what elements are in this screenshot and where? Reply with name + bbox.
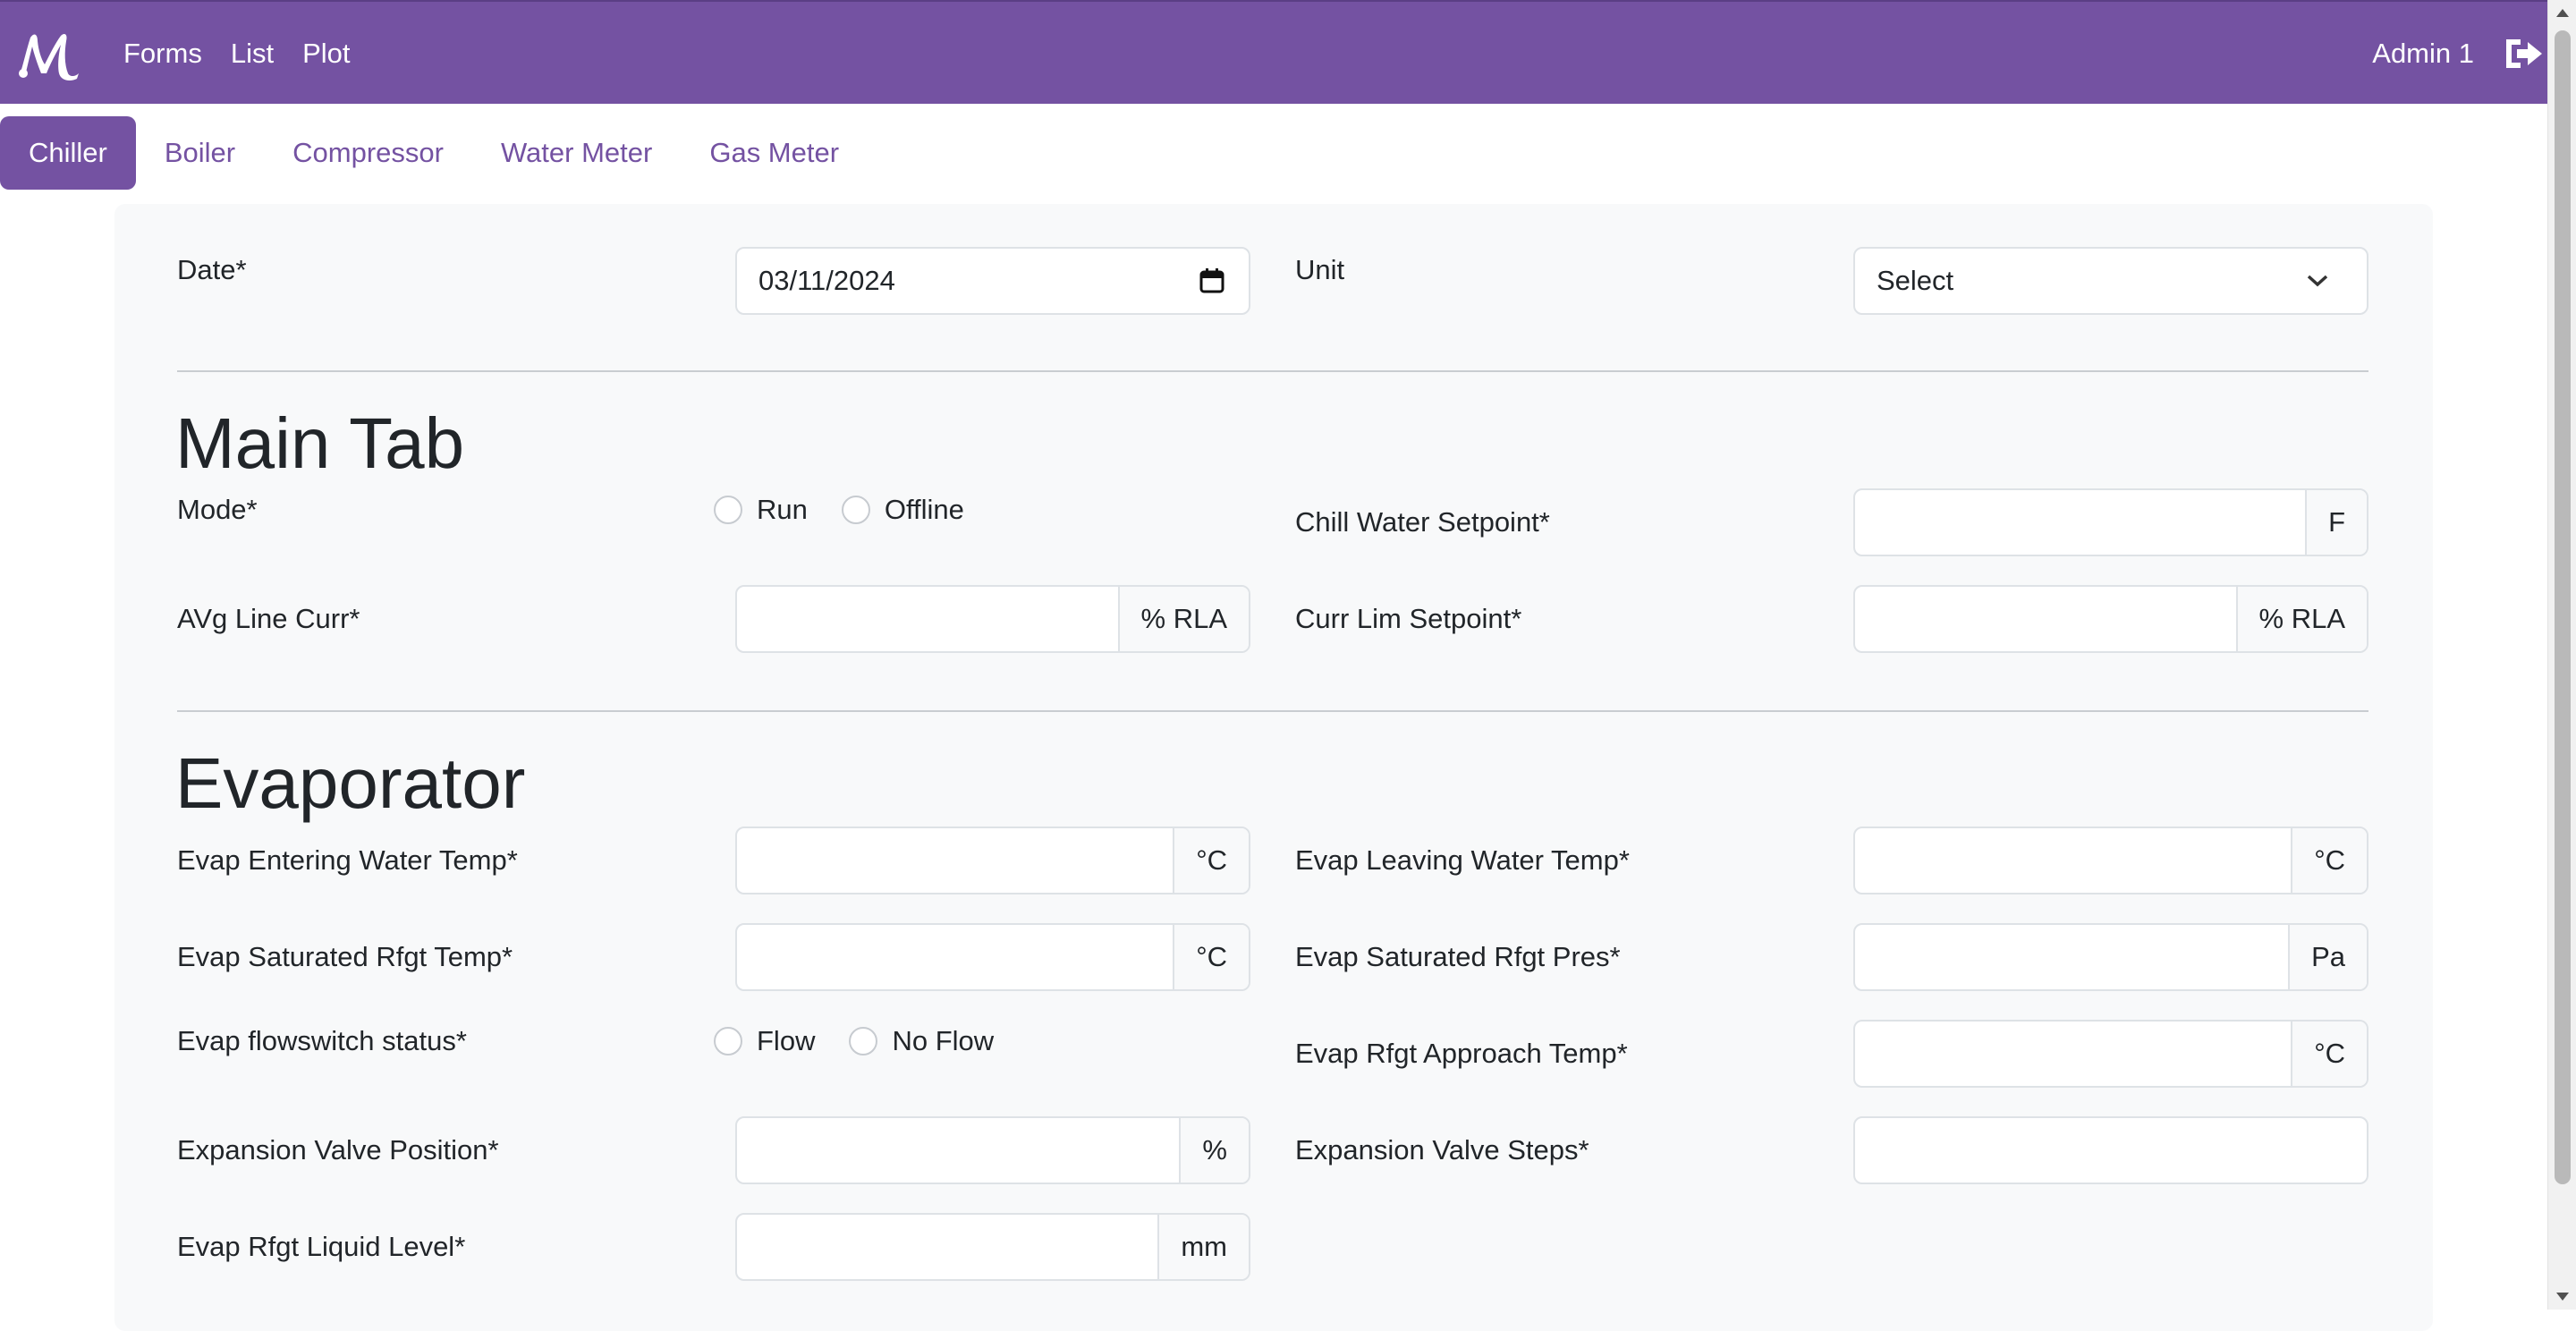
evap-rfgt-approach-temp-field[interactable]: °C <box>1853 1020 2368 1088</box>
evap-saturated-rfgt-pres-label: Evap Saturated Rfgt Pres* <box>1295 941 1621 972</box>
section-divider <box>177 370 2368 372</box>
mode-run-label[interactable]: Run <box>757 494 808 526</box>
tab-compressor[interactable]: Compressor <box>264 116 472 190</box>
mode-radio-group: Run Offline <box>714 492 998 528</box>
section-divider <box>177 710 2368 712</box>
flowswitch-flow-label[interactable]: Flow <box>757 1025 815 1057</box>
main-tab-heading: Main Tab <box>175 403 465 483</box>
tab-water-meter[interactable]: Water Meter <box>472 116 681 190</box>
top-navbar: Forms List Plot Admin 1 <box>0 0 2547 104</box>
calendar-icon[interactable] <box>1199 267 1225 294</box>
chiller-form: Date* 03/11/2024 Unit Select Main Tab Mo… <box>114 204 2433 1331</box>
evap-entering-water-temp-label: Evap Entering Water Temp* <box>177 844 518 876</box>
expansion-valve-steps-input[interactable] <box>1855 1118 2367 1183</box>
evap-saturated-rfgt-pres-input[interactable] <box>1855 925 2288 989</box>
chill-water-setpoint-unit: F <box>2305 490 2367 555</box>
chill-water-setpoint-input[interactable] <box>1855 490 2305 555</box>
evap-rfgt-liquid-level-unit: mm <box>1157 1215 1249 1279</box>
evaporator-heading: Evaporator <box>175 743 526 823</box>
page-scrollbar[interactable] <box>2547 0 2576 1310</box>
evap-leaving-water-temp-label: Evap Leaving Water Temp* <box>1295 844 1630 876</box>
evap-rfgt-approach-temp-unit: °C <box>2291 1022 2367 1086</box>
flowswitch-radio-group: Flow No Flow <box>714 1023 1028 1059</box>
expansion-valve-steps-field[interactable] <box>1853 1116 2368 1184</box>
evap-saturated-rfgt-temp-input[interactable] <box>737 925 1173 989</box>
expansion-valve-position-input[interactable] <box>737 1118 1179 1183</box>
evap-rfgt-liquid-level-input[interactable] <box>737 1215 1157 1279</box>
expansion-valve-position-label: Expansion Valve Position* <box>177 1134 499 1166</box>
evap-saturated-rfgt-pres-field[interactable]: Pa <box>1853 923 2368 991</box>
unit-label: Unit <box>1295 254 1345 285</box>
date-input[interactable]: 03/11/2024 <box>737 249 1199 313</box>
expansion-valve-position-unit: % <box>1179 1118 1249 1183</box>
flowswitch-no-flow-label[interactable]: No Flow <box>892 1025 994 1057</box>
evap-leaving-water-temp-field[interactable]: °C <box>1853 827 2368 894</box>
evap-saturated-rfgt-temp-unit: °C <box>1173 925 1249 989</box>
flowswitch-no-flow-radio[interactable] <box>849 1027 878 1055</box>
date-field[interactable]: 03/11/2024 <box>735 247 1250 315</box>
mode-label: Mode* <box>177 494 258 525</box>
evap-saturated-rfgt-temp-field[interactable]: °C <box>735 923 1250 991</box>
evap-saturated-rfgt-temp-label: Evap Saturated Rfgt Temp* <box>177 941 513 972</box>
evap-flowswitch-label: Evap flowswitch status* <box>177 1025 467 1056</box>
curr-lim-setpoint-unit: % RLA <box>2235 587 2367 651</box>
curr-lim-setpoint-field[interactable]: % RLA <box>1853 585 2368 653</box>
tab-chiller[interactable]: Chiller <box>0 116 136 190</box>
m-logo-icon[interactable] <box>14 29 82 82</box>
avg-line-curr-label: AVg Line Curr* <box>177 603 360 634</box>
tab-gas-meter[interactable]: Gas Meter <box>681 116 868 190</box>
equipment-tabs: Chiller Boiler Compressor Water Meter Ga… <box>0 116 868 190</box>
chevron-down-icon <box>2307 275 2328 287</box>
evap-rfgt-liquid-level-field[interactable]: mm <box>735 1213 1250 1281</box>
avg-line-curr-input[interactable] <box>737 587 1118 651</box>
evap-leaving-water-temp-input[interactable] <box>1855 828 2291 893</box>
evap-rfgt-liquid-level-label: Evap Rfgt Liquid Level* <box>177 1231 466 1262</box>
nav-list-link[interactable]: List <box>231 38 274 70</box>
curr-lim-setpoint-label: Curr Lim Setpoint* <box>1295 603 1522 634</box>
unit-select-value[interactable]: Select <box>1855 249 2306 313</box>
evap-rfgt-approach-temp-input[interactable] <box>1855 1022 2291 1086</box>
evap-saturated-rfgt-pres-unit: Pa <box>2288 925 2367 989</box>
unit-select[interactable]: Select <box>1853 247 2368 315</box>
mode-offline-label[interactable]: Offline <box>885 494 964 526</box>
scroll-up-arrow-icon[interactable] <box>2556 9 2569 17</box>
chill-water-setpoint-field[interactable]: F <box>1853 488 2368 556</box>
expansion-valve-position-field[interactable]: % <box>735 1116 1250 1184</box>
curr-lim-setpoint-input[interactable] <box>1855 587 2236 651</box>
nav-forms-link[interactable]: Forms <box>123 38 202 70</box>
scroll-down-arrow-icon[interactable] <box>2556 1293 2569 1301</box>
logout-icon[interactable] <box>2503 36 2544 72</box>
expansion-valve-steps-label: Expansion Valve Steps* <box>1295 1134 1589 1166</box>
evap-entering-water-temp-unit: °C <box>1173 828 1249 893</box>
evap-leaving-water-temp-unit: °C <box>2291 828 2367 893</box>
mode-offline-radio[interactable] <box>841 496 870 524</box>
scroll-thumb[interactable] <box>2555 30 2571 1184</box>
date-label: Date* <box>177 254 247 285</box>
user-name[interactable]: Admin 1 <box>2372 38 2474 70</box>
avg-line-curr-field[interactable]: % RLA <box>735 585 1250 653</box>
evap-rfgt-approach-temp-label: Evap Rfgt Approach Temp* <box>1295 1038 1628 1069</box>
flowswitch-flow-radio[interactable] <box>714 1027 742 1055</box>
avg-line-curr-unit: % RLA <box>1117 587 1249 651</box>
chill-water-setpoint-label: Chill Water Setpoint* <box>1295 506 1550 538</box>
evap-entering-water-temp-field[interactable]: °C <box>735 827 1250 894</box>
tab-boiler[interactable]: Boiler <box>136 116 264 190</box>
mode-run-radio[interactable] <box>714 496 742 524</box>
nav-plot-link[interactable]: Plot <box>302 38 350 70</box>
evap-entering-water-temp-input[interactable] <box>737 828 1173 893</box>
